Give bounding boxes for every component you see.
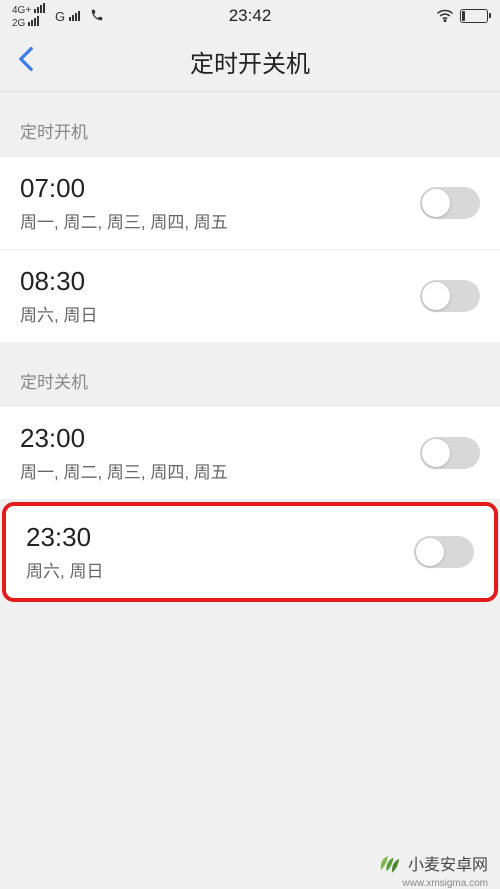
phone-icon [90, 8, 104, 25]
signal-2g-label: 2G [12, 18, 25, 29]
schedule-row-poweron-1[interactable]: 08:30 周六, 周日 [0, 250, 500, 342]
schedule-days: 周一, 周二, 周三, 周四, 周五 [20, 208, 228, 233]
status-right [436, 8, 488, 25]
back-button[interactable] [0, 46, 52, 77]
schedule-row-poweroff-0[interactable]: 23:00 周一, 周二, 周三, 周四, 周五 [0, 407, 500, 500]
section-header-poweroff: 定时关机 [0, 342, 500, 407]
toggle-switch[interactable] [414, 536, 474, 568]
toggle-switch[interactable] [420, 280, 480, 312]
schedule-time: 23:00 [20, 423, 228, 454]
section-header-poweron: 定时开机 [0, 92, 500, 157]
schedule-time: 23:30 [26, 522, 103, 553]
header: 定时开关机 [0, 32, 500, 92]
toggle-switch[interactable] [420, 437, 480, 469]
schedule-row-poweron-0[interactable]: 07:00 周一, 周二, 周三, 周四, 周五 [0, 157, 500, 250]
schedule-time: 08:30 [20, 266, 97, 297]
signal-4g-label: 4G+ [12, 5, 31, 16]
leaf-icon [374, 849, 402, 877]
status-bar: 4G+ 2G G 23:42 [0, 0, 500, 32]
schedule-days: 周一, 周二, 周三, 周四, 周五 [20, 458, 228, 483]
page-title: 定时开关机 [190, 44, 310, 79]
watermark-url: www.xmsigma.com [402, 878, 488, 889]
signal-bars-icon [69, 11, 80, 21]
highlight-annotation: 23:30 周六, 周日 [2, 502, 498, 602]
battery-icon [460, 9, 488, 23]
status-time: 23:42 [229, 6, 272, 26]
schedule-row-poweroff-1[interactable]: 23:30 周六, 周日 [6, 506, 494, 598]
signal-bars-icon [28, 16, 39, 26]
schedule-days: 周六, 周日 [26, 557, 103, 582]
signal-bars-icon [34, 3, 45, 13]
toggle-switch[interactable] [420, 187, 480, 219]
watermark: 小麦安卓网 [374, 849, 488, 877]
watermark-text: 小麦安卓网 [408, 851, 488, 875]
status-left: 4G+ 2G G [12, 3, 104, 29]
schedule-time: 07:00 [20, 173, 228, 204]
wifi-icon [436, 8, 454, 25]
signal-g-label: G [55, 9, 65, 24]
schedule-days: 周六, 周日 [20, 301, 97, 326]
